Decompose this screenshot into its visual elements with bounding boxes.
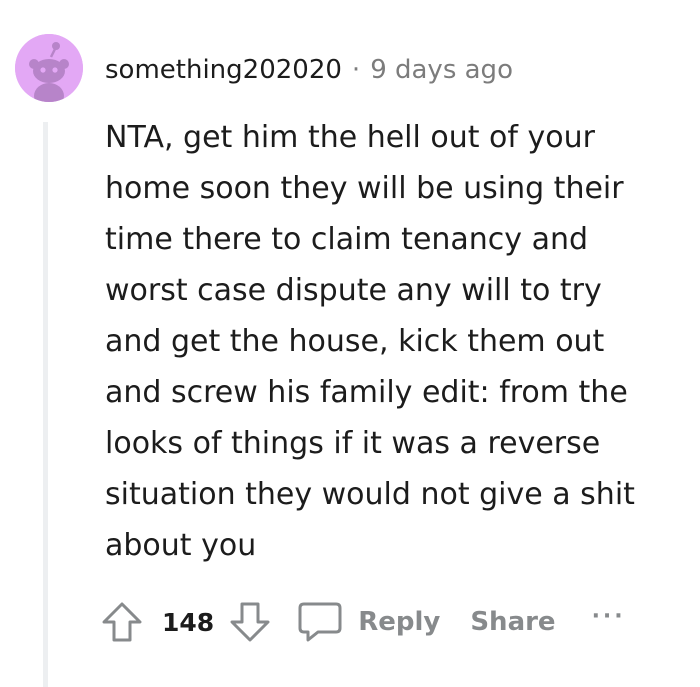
arrow-down-icon[interactable] [228, 600, 272, 644]
comment-header: something202020 · 9 days ago [105, 52, 513, 88]
vote-count: 148 [162, 607, 215, 637]
reply-button[interactable]: Reply [296, 600, 440, 644]
username-link[interactable]: something202020 [105, 55, 342, 85]
share-button[interactable]: Share [470, 607, 555, 637]
snoo-avatar-icon [15, 34, 83, 102]
avatar[interactable] [15, 34, 83, 102]
separator-dot: · [351, 55, 361, 85]
comment-body: NTA, get him the hell out of your home s… [105, 120, 635, 563]
timestamp[interactable]: 9 days ago [370, 55, 513, 85]
reply-label: Reply [358, 607, 441, 637]
more-options-button[interactable]: ··· [592, 604, 626, 629]
speech-bubble-icon [296, 600, 344, 644]
arrow-up-icon[interactable] [100, 600, 144, 644]
comment-actions: 148 Reply Share ··· [100, 598, 626, 646]
thread-line[interactable] [43, 122, 48, 687]
